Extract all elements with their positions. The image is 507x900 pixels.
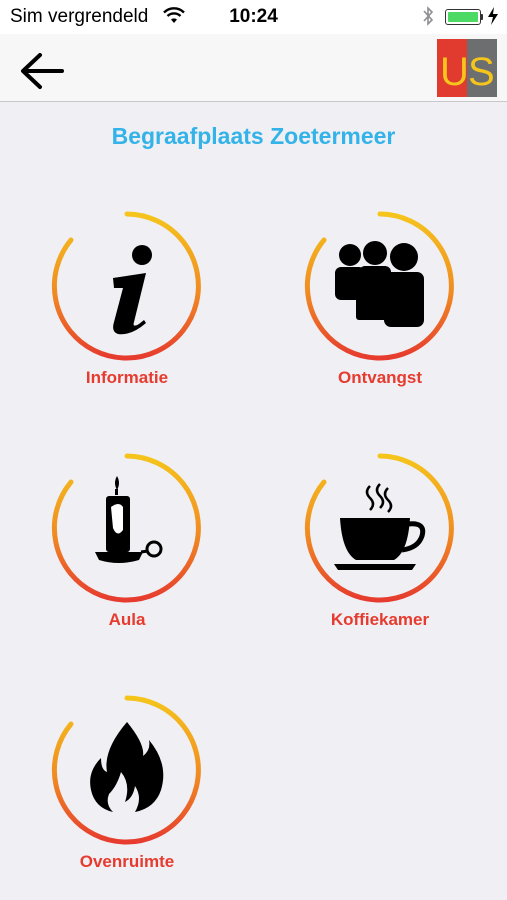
battery-tip	[481, 14, 483, 20]
charging-icon	[487, 6, 499, 32]
tile-ontvangst[interactable]: Ontvangst	[280, 210, 480, 400]
battery-icon	[445, 9, 481, 25]
bluetooth-icon	[421, 5, 435, 33]
svg-text:U: U	[440, 50, 469, 94]
group-icon	[335, 241, 424, 327]
back-button[interactable]	[18, 51, 66, 91]
tile-label: Informatie	[85, 368, 169, 387]
tile-informatie[interactable]: Informatie	[27, 210, 227, 400]
coffee-cup-icon	[334, 483, 426, 570]
tile-label: Ovenruimte	[79, 852, 175, 871]
tile-ovenruimte[interactable]: Ovenruimte	[27, 694, 227, 884]
tile-aula[interactable]: Aula	[27, 452, 227, 642]
tile-label: Koffiekamer	[330, 610, 430, 629]
us-logo: U S	[437, 39, 497, 97]
tile-koffiekamer[interactable]: Koffiekamer	[280, 452, 480, 642]
back-arrow-icon	[21, 53, 64, 89]
flame-icon	[90, 722, 164, 812]
info-icon	[113, 245, 152, 335]
page-title: Begraafplaats Zoetermeer	[111, 123, 396, 149]
tile-label: Aula	[108, 610, 146, 629]
status-bar: Sim vergrendeld 10:24	[0, 0, 507, 34]
navigation-bar: U S	[0, 34, 507, 102]
candle-icon	[95, 476, 163, 563]
tile-label: Ontvangst	[337, 368, 423, 387]
svg-text:S: S	[468, 50, 495, 94]
